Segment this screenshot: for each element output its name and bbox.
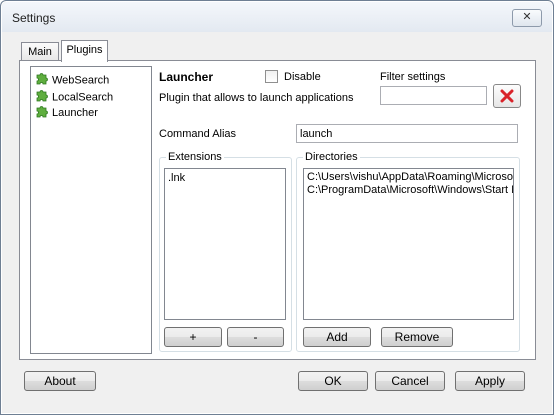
add-directory-button[interactable]: Add	[303, 327, 371, 347]
red-x-icon	[500, 89, 514, 106]
plugin-item-launcher[interactable]: Launcher	[35, 104, 98, 120]
apply-button[interactable]: Apply	[455, 371, 525, 391]
command-alias-input[interactable]: launch	[296, 124, 518, 143]
title-bar: Settings ✕	[2, 2, 552, 32]
extensions-title: Extensions	[166, 150, 224, 164]
close-icon: ✕	[522, 11, 532, 23]
plugin-item-label: WebSearch	[52, 74, 110, 87]
ok-button[interactable]: OK	[298, 371, 368, 391]
directories-title: Directories	[303, 150, 360, 164]
tab-plugins-label: Plugins	[66, 44, 103, 56]
filter-settings-input[interactable]	[380, 86, 487, 105]
window-title: Settings	[12, 11, 56, 25]
add-extension-button[interactable]: +	[164, 327, 222, 347]
list-item[interactable]: C:\Users\vishu\AppData\Roaming\Microsof	[304, 169, 513, 184]
plugin-list[interactable]: WebSearch LocalSearch Launcher	[30, 66, 152, 354]
puzzle-piece-icon	[35, 104, 49, 123]
plugin-item-websearch[interactable]: WebSearch	[35, 71, 109, 87]
tab-plugins[interactable]: Plugins	[61, 40, 108, 62]
plugin-item-label: LocalSearch	[52, 91, 114, 104]
directories-list[interactable]: C:\Users\vishu\AppData\Roaming\Microsof …	[303, 168, 514, 320]
filter-settings-label: Filter settings	[380, 71, 446, 83]
command-alias-label: Command Alias	[159, 128, 237, 140]
tab-main-label: Main	[28, 46, 52, 58]
disable-checkbox[interactable]	[265, 70, 278, 83]
list-item[interactable]: .lnk	[165, 169, 285, 185]
remove-directory-button[interactable]: Remove	[381, 327, 453, 347]
cancel-button[interactable]: Cancel	[375, 371, 445, 391]
clear-filter-button[interactable]	[493, 84, 521, 108]
plugin-description: Plugin that allows to launch application…	[159, 92, 354, 104]
remove-extension-button[interactable]: -	[227, 327, 284, 347]
close-button[interactable]: ✕	[512, 9, 542, 27]
plugin-item-label: Launcher	[52, 107, 98, 120]
plugin-name: Launcher	[159, 70, 214, 84]
list-item[interactable]: C:\ProgramData\Microsoft\Windows\Start M	[304, 184, 513, 197]
about-button[interactable]: About	[24, 371, 96, 391]
extensions-list[interactable]: .lnk	[164, 168, 286, 320]
plugin-item-localsearch[interactable]: LocalSearch	[35, 88, 113, 104]
tab-main[interactable]: Main	[21, 42, 59, 62]
disable-label: Disable	[284, 71, 321, 83]
